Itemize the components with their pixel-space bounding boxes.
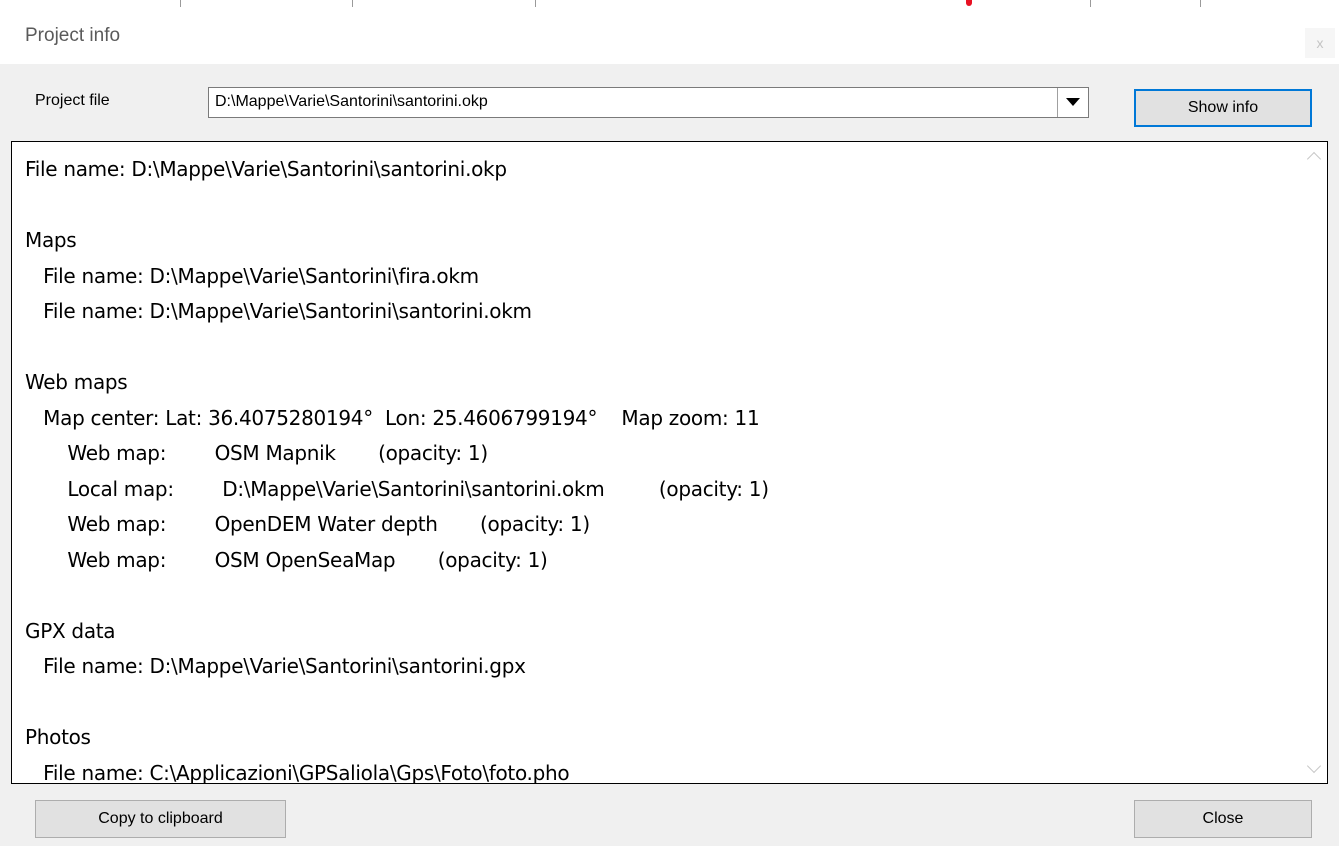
background-divider [352, 0, 353, 7]
copy-to-clipboard-button[interactable]: Copy to clipboard [35, 800, 286, 838]
chevron-up-icon[interactable] [1306, 151, 1322, 167]
window-close-button[interactable]: x [1305, 28, 1335, 58]
info-line: Web map: OSM OpenSeaMap (opacity: 1) [25, 547, 548, 572]
info-text-content: File name: D:\Mappe\Varie\Santorini\sant… [25, 152, 769, 784]
info-line: File name: D:\Mappe\Varie\Santorini\fira… [25, 263, 479, 288]
background-divider [535, 0, 536, 7]
info-line: Map center: Lat: 36.4075280194° Lon: 25.… [25, 405, 760, 430]
chevron-down-icon [1066, 98, 1080, 106]
background-divider [1200, 0, 1201, 7]
info-blank-line [25, 330, 769, 366]
info-line: Local map: D:\Mappe\Varie\Santorini\sant… [25, 476, 769, 501]
project-file-label: Project file [35, 92, 110, 109]
project-file-combobox[interactable]: D:\Mappe\Varie\Santorini\santorini.okp [208, 87, 1089, 118]
window-title: Project info [25, 25, 121, 46]
info-line: Photos [25, 725, 91, 749]
info-line: Web map: OSM Mapnik (opacity: 1) [25, 441, 488, 465]
info-blank-line [25, 578, 769, 614]
info-line: File name: D:\Mappe\Varie\Santorini\sant… [25, 299, 532, 323]
info-line: Web maps [25, 370, 128, 394]
info-line: Web map: OpenDEM Water depth (opacity: 1… [25, 512, 590, 536]
info-blank-line [25, 188, 769, 224]
info-line: Maps [25, 228, 77, 252]
info-line: GPX data [25, 618, 116, 643]
title-bar: Project info x [0, 8, 1339, 64]
project-file-dropdown-button[interactable] [1057, 88, 1088, 117]
background-red-marker [966, 0, 972, 6]
background-divider [1090, 0, 1091, 7]
info-line: File name: D:\Mappe\Varie\Santorini\sant… [25, 654, 526, 678]
project-info-dialog: Project info x Project file D:\Mappe\Var… [0, 0, 1339, 846]
info-line: File name: C:\Applicazioni\GPSaliola\Gps… [25, 760, 570, 784]
chevron-down-icon[interactable] [1306, 758, 1322, 774]
background-divider [180, 0, 181, 7]
vertical-scrollbar[interactable] [1303, 142, 1327, 783]
close-button[interactable]: Close [1134, 800, 1312, 838]
project-info-textbox[interactable]: File name: D:\Mappe\Varie\Santorini\sant… [11, 141, 1328, 784]
info-line: File name: D:\Mappe\Varie\Santorini\sant… [25, 157, 507, 181]
info-blank-line [25, 685, 769, 721]
project-file-value[interactable]: D:\Mappe\Varie\Santorini\santorini.okp [215, 93, 488, 111]
show-info-button[interactable]: Show info [1134, 89, 1312, 127]
